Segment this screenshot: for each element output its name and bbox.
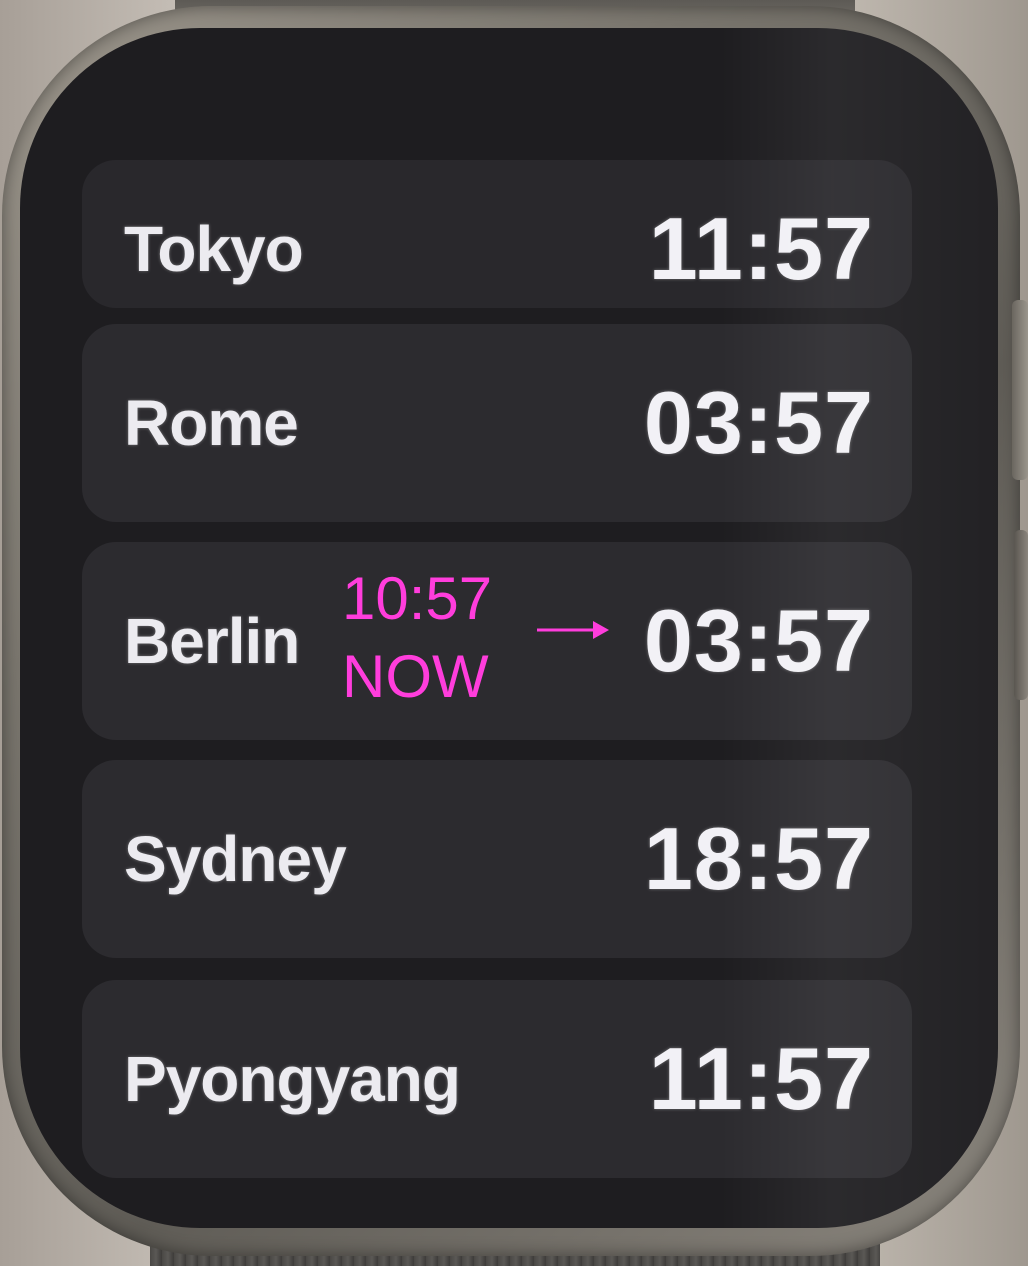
city-time: 03:57 — [643, 591, 874, 690]
city-name: Rome — [124, 387, 299, 459]
side-button[interactable] — [1014, 530, 1028, 700]
annotation-time: 10:57 — [342, 565, 493, 632]
city-time: 03:57 — [643, 373, 874, 472]
arrow-right-icon — [537, 621, 609, 639]
world-clock-row-tokyo[interactable]: Tokyo 11:57 — [82, 160, 912, 308]
city-time: 18:57 — [643, 809, 874, 908]
annotation-label: NOW — [342, 643, 489, 710]
world-clock-row-sydney[interactable]: Sydney 18:57 — [82, 760, 912, 958]
digital-crown[interactable] — [1012, 300, 1028, 480]
city-time: 11:57 — [648, 199, 874, 298]
city-name: Berlin — [124, 605, 300, 677]
city-name: Tokyo — [124, 213, 304, 285]
city-name: Pyongyang — [124, 1043, 461, 1115]
city-name: Sydney — [124, 823, 347, 895]
city-time: 11:57 — [648, 1029, 874, 1128]
world-clock-row-rome[interactable]: Rome 03:57 — [82, 324, 912, 522]
now-annotation: 10:57 NOW — [342, 560, 542, 716]
world-clock-row-pyongyang[interactable]: Pyongyang 11:57 — [82, 980, 912, 1178]
